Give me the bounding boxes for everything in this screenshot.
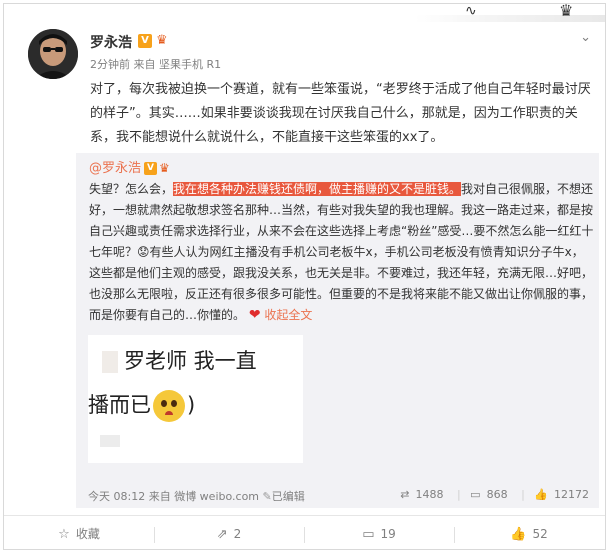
favorite-button[interactable]: ☆ 收藏	[4, 516, 154, 549]
repost-button[interactable]: ⇗ 2	[154, 516, 304, 549]
avatar[interactable]	[28, 29, 78, 79]
comment-icon: ▭	[362, 527, 375, 542]
emoji-sad-icon: 😟	[137, 245, 150, 259]
retweet-text-highlight: 我在想各种办法赚钱还债啊，做主播赚的又不是脏钱。	[173, 182, 462, 196]
favorite-label: 收藏	[75, 527, 100, 541]
vip-crown-icon: ♛	[156, 33, 168, 48]
like-count: 52	[532, 527, 548, 541]
fold-text-link[interactable]: 收起全文	[264, 308, 312, 322]
vip-crown-icon: ♛	[159, 161, 170, 175]
chevron-down-icon[interactable]: ⌄	[580, 30, 591, 45]
stats-separator: |	[521, 488, 525, 501]
retweet-repost-count[interactable]: 1488	[415, 488, 443, 501]
banner-deco-icon: ∿	[465, 3, 477, 19]
comment-button[interactable]: ▭ 19	[304, 516, 454, 549]
repost-icon[interactable]: ⇄	[400, 488, 409, 501]
card-decoration-banner: ∿ ♛	[415, 4, 605, 30]
post-author-name[interactable]: 罗永浩	[90, 32, 132, 52]
banner-crown-icon: ♛	[559, 3, 574, 20]
retweet-box: @罗永浩 V ♛ 失望？怎么会，我在想各种办法赚钱还债啊，做主播赚的又不是脏钱。我对…	[76, 153, 599, 508]
weibo-post-card: ∿ ♛ 罗永浩 V ♛ 2分钟前 来自 坚果手机 R1 ⌄ 对了，每次我被迫换一…	[3, 3, 606, 550]
retweet-text-part3: 有些人认为网红主播没有手机公司老板牛x，手机公司老板没有愤青知识分子牛x，这些都…	[89, 245, 594, 322]
retweet-author-link[interactable]: @罗永浩	[89, 161, 141, 176]
banner-stripe	[415, 15, 605, 22]
image-text-line2-text: 播而已	[88, 393, 151, 417]
edit-icon: ✎	[262, 490, 272, 503]
image-blur-area	[102, 351, 118, 373]
comment-icon[interactable]: ▭	[470, 488, 480, 501]
stats-separator: |	[456, 488, 461, 501]
repost-icon: ⇗	[216, 527, 228, 542]
star-icon: ☆	[58, 527, 70, 542]
post-meta: 2分钟前 来自 坚果手机 R1	[90, 58, 222, 71]
retweet-text-part1: 失望？怎么会，	[89, 182, 174, 196]
emoji-worried-icon	[153, 390, 185, 422]
image-text-line1: 罗老师 我一直	[124, 349, 257, 373]
like-button[interactable]: 👍 52	[454, 516, 604, 549]
action-bar: ☆ 收藏 ⇗ 2 ▭ 19 👍 52	[4, 515, 605, 549]
v-verified-icon: V	[138, 34, 152, 48]
edited-label: 已编辑	[271, 490, 305, 503]
comment-count: 19	[380, 527, 396, 541]
post-text: 对了，每次我被迫换一个赛道，就有一些笨蛋说，“老罗终于活成了他自己年轻时最讨厌的…	[90, 82, 591, 145]
v-verified-icon: V	[144, 162, 158, 175]
repost-count: 2	[233, 527, 242, 541]
image-text-line2: 播而已)	[88, 389, 195, 422]
thumbs-up-icon: 👍	[510, 527, 527, 542]
retweet-comment-count[interactable]: 868	[487, 488, 508, 501]
retweet-stats: ⇄ 1488 | ▭ 868 | 👍 12172	[394, 488, 589, 501]
retweet-text: 失望？怎么会，我在想各种办法赚钱还债啊，做主播赚的又不是脏钱。我对自己很佩服，不…	[89, 179, 594, 326]
retweet-image[interactable]: 罗老师 我一直 播而已)	[88, 335, 303, 463]
retweet-like-count[interactable]: 12172	[554, 488, 589, 501]
retweet-author-line: @罗永浩 V ♛	[89, 158, 170, 179]
heart-icon: ❤	[248, 307, 261, 323]
retweet-timestamp: 今天 08:12 来自 微博 weibo.com ✎已编辑	[88, 488, 305, 504]
image-blur-area	[100, 435, 120, 447]
thumbs-up-icon[interactable]: 👍	[534, 488, 548, 501]
retweet-timestamp-text[interactable]: 今天 08:12 来自 微博 weibo.com	[88, 490, 259, 503]
image-text-line2-close: )	[187, 393, 196, 417]
